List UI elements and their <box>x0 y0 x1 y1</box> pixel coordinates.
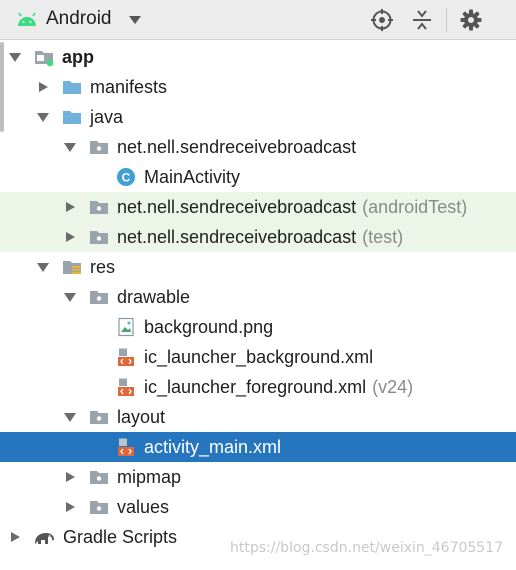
folder-icon <box>90 411 108 424</box>
tree-item-activity-main[interactable]: activity_main.xml <box>0 432 516 462</box>
module-folder-icon <box>35 51 54 67</box>
package-icon <box>90 201 108 214</box>
tree-item-app[interactable]: app <box>0 42 516 72</box>
tree-item-label: java <box>90 107 124 127</box>
package-name: net.nell.sendreceivebroadcast <box>117 197 357 217</box>
tree-item-res[interactable]: res <box>0 252 516 282</box>
image-file-icon <box>118 317 134 337</box>
source-set-suffix: (test) <box>362 227 404 247</box>
tree-item-label: values <box>117 497 170 517</box>
expand-arrow-icon[interactable] <box>63 141 77 153</box>
tree-item-values[interactable]: values <box>0 492 516 522</box>
tree-item-java[interactable]: java <box>0 102 516 132</box>
class-icon-badge: C <box>122 171 131 185</box>
collapsed-arrow-icon[interactable] <box>63 501 77 513</box>
package-icon <box>90 141 108 154</box>
qualifier-suffix: (v24) <box>372 377 414 397</box>
collapse-all-icon[interactable] <box>410 8 434 32</box>
expand-arrow-icon[interactable] <box>63 291 77 303</box>
project-view-selector[interactable]: Android <box>46 8 112 30</box>
collapsed-arrow-icon[interactable] <box>63 201 77 213</box>
tree-item-label: drawable <box>117 287 191 307</box>
tree-item-label: activity_main.xml <box>144 437 282 457</box>
folder-icon <box>90 501 108 514</box>
expand-arrow-icon[interactable] <box>36 261 50 273</box>
collapsed-arrow-icon[interactable] <box>63 471 77 483</box>
toolbar-separator <box>446 8 447 32</box>
expand-arrow-icon[interactable] <box>63 411 77 423</box>
tree-item-manifests[interactable]: manifests <box>0 72 516 102</box>
tree-item-label: layout <box>117 407 166 427</box>
tree-item-mipmap[interactable]: mipmap <box>0 462 516 492</box>
tree-item-package-test[interactable]: net.nell.sendreceivebroadcast (test) <box>0 222 516 252</box>
tree-item-label: app <box>62 47 95 67</box>
xml-file-icon <box>118 348 134 366</box>
tree-item-package-main[interactable]: net.nell.sendreceivebroadcast <box>0 132 516 162</box>
class-icon: C <box>117 168 135 186</box>
expand-arrow-icon[interactable] <box>8 51 22 63</box>
package-name: net.nell.sendreceivebroadcast <box>117 227 357 247</box>
gradle-elephant-icon <box>35 533 54 544</box>
folder-icon <box>63 81 81 94</box>
tree-item-label: background.png <box>144 317 274 337</box>
tree-item-label: ic_launcher_background.xml <box>144 347 374 367</box>
folder-icon <box>90 471 108 484</box>
tree-item-label: net.nell.sendreceivebroadcast (test) <box>117 226 403 248</box>
tree-item-label: MainActivity <box>144 167 241 187</box>
tree-item-ic-launcher-foreground[interactable]: ic_launcher_foreground.xml (v24) <box>0 372 516 402</box>
watermark: https://blog.csdn.net/weixin_46705517 <box>230 540 504 556</box>
tree-item-label: mipmap <box>117 467 182 487</box>
settings-icon[interactable] <box>459 8 483 32</box>
android-icon <box>18 12 36 26</box>
tree-item-ic-launcher-background[interactable]: ic_launcher_background.xml <box>0 342 516 372</box>
tree-item-label: Gradle Scripts <box>63 527 178 547</box>
file-name: ic_launcher_foreground.xml <box>144 377 367 397</box>
source-set-suffix: (androidTest) <box>362 197 468 217</box>
xml-file-icon <box>118 438 134 456</box>
package-icon <box>90 231 108 244</box>
xml-file-icon <box>118 378 134 396</box>
tree-item-drawable[interactable]: drawable <box>0 282 516 312</box>
tree-item-background-png[interactable]: background.png <box>0 312 516 342</box>
folder-icon <box>90 291 108 304</box>
tree-item-label: res <box>90 257 116 277</box>
tree-item-mainactivity[interactable]: C MainActivity <box>0 162 516 192</box>
tree-item-label: net.nell.sendreceivebroadcast (androidTes… <box>117 196 467 218</box>
locate-icon[interactable] <box>370 8 394 32</box>
expand-arrow-icon[interactable] <box>36 111 50 123</box>
resources-folder-icon <box>63 261 81 274</box>
tree-item-layout[interactable]: layout <box>0 402 516 432</box>
tree-item-label: ic_launcher_foreground.xml (v24) <box>144 376 413 398</box>
tree-item-label: manifests <box>90 77 168 97</box>
dropdown-arrow-icon[interactable] <box>128 14 142 26</box>
collapsed-arrow-icon[interactable] <box>8 531 22 543</box>
tree-item-package-androidtest[interactable]: net.nell.sendreceivebroadcast (androidTes… <box>0 192 516 222</box>
collapsed-arrow-icon[interactable] <box>36 81 50 93</box>
folder-icon <box>63 111 81 124</box>
tree-item-label: net.nell.sendreceivebroadcast <box>117 137 357 157</box>
collapsed-arrow-icon[interactable] <box>63 231 77 243</box>
project-toolbar: Android <box>0 0 516 40</box>
